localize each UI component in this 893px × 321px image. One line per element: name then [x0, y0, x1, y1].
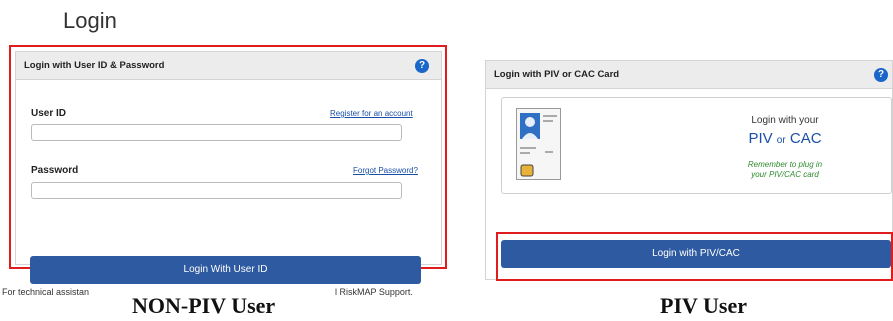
- piv-user-caption: PIV User: [660, 293, 747, 318]
- piv-panel-title: Login with PIV or CAC Card: [494, 69, 620, 80]
- piv-or-cac-text: PIV or CAC: [710, 130, 860, 147]
- user-id-label: User ID: [31, 108, 67, 119]
- help-icon[interactable]: ?: [415, 59, 429, 73]
- password-input[interactable]: [31, 182, 402, 199]
- user-id-input[interactable]: [31, 124, 402, 141]
- piv-panel-header: Login with PIV or CAC Card ?: [486, 61, 892, 89]
- remember-line-2: your PIV/CAC card: [751, 170, 819, 179]
- piv-card-icon: [516, 108, 561, 180]
- help-icon[interactable]: ?: [874, 68, 888, 82]
- userid-panel-header: Login with User ID & Password ?: [16, 52, 441, 80]
- password-label: Password: [31, 165, 79, 176]
- piv-card-graphic-box[interactable]: Login with your PIV or CAC Remember to p…: [501, 97, 892, 194]
- login-with-user-id-button[interactable]: Login With User ID: [30, 256, 421, 284]
- footer-technical-assistance-text: For technical assistan: [2, 287, 90, 297]
- or-label: or: [776, 135, 786, 146]
- forgot-password-link[interactable]: Forgot Password?: [353, 166, 418, 175]
- footer-support-text: l RiskMAP Support.: [335, 287, 413, 297]
- non-piv-user-caption: NON-PIV User: [132, 293, 276, 318]
- remember-line-1: Remember to plug in: [747, 160, 823, 169]
- userid-panel-title: Login with User ID & Password: [24, 60, 165, 71]
- page-title: Login: [63, 8, 117, 33]
- remember-plug-in-text: Remember to plug in your PIV/CAC card: [710, 160, 860, 180]
- userid-login-panel: Login with User ID & Password ?: [15, 51, 442, 265]
- piv-label: PIV: [748, 130, 773, 147]
- register-link[interactable]: Register for an account: [330, 109, 413, 118]
- login-with-piv-cac-button[interactable]: Login with PIV/CAC: [501, 240, 891, 268]
- login-with-your-text: Login with your: [751, 115, 819, 126]
- cac-label: CAC: [789, 130, 822, 147]
